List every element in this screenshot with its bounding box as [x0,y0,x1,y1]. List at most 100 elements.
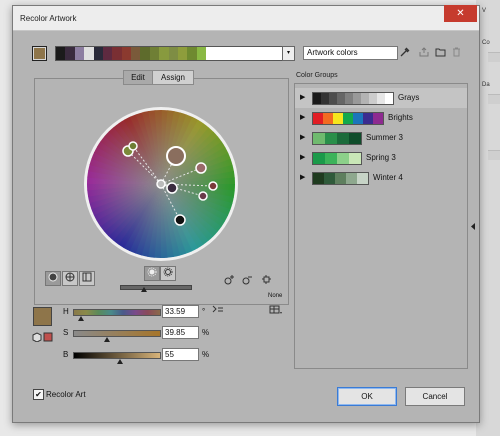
eyedropper-icon[interactable] [399,47,411,59]
color-group-swatch[interactable] [325,153,337,164]
color-model-toggle[interactable] [32,332,54,344]
color-strip-swatch[interactable] [121,47,131,60]
color-group-swatch[interactable] [343,113,353,124]
artwork-colors-name-field[interactable]: Artwork colors [303,46,398,60]
color-marker[interactable] [198,191,208,201]
color-group-swatch[interactable] [357,173,368,184]
brightness-value-slider[interactable] [73,352,161,359]
color-group-row[interactable]: ▶ Winter 4 [295,168,467,188]
trash-icon[interactable] [450,47,462,59]
color-group-swatch[interactable] [373,113,383,124]
expand-triangle-icon[interactable]: ▶ [300,93,305,101]
color-group-swatch[interactable] [313,113,323,124]
brightness-value-slider-thumb[interactable] [117,359,124,364]
tab-edit[interactable]: Edit [123,70,153,85]
base-color-marker[interactable] [166,146,186,166]
color-group-swatch[interactable] [346,173,357,184]
saturation-slider-thumb[interactable] [104,337,111,342]
color-strip-swatch[interactable] [102,47,113,60]
color-group-swatch[interactable] [337,153,349,164]
show-saturation-button[interactable] [144,266,160,281]
color-marker[interactable] [166,182,178,194]
color-group-swatch[interactable] [313,133,325,144]
save-group-icon[interactable] [418,47,430,59]
hue-slider[interactable] [73,309,161,316]
close-button[interactable]: ✕ [444,5,477,22]
color-group-row[interactable]: ▶ Summer 3 [295,128,467,148]
color-group-swatch[interactable] [369,93,377,104]
color-group-swatches[interactable] [312,152,362,165]
color-strip-swatch[interactable] [196,47,206,60]
hue-value-field[interactable]: 33.59 [162,305,199,318]
artwork-color-strip[interactable] [55,46,283,61]
color-group-swatches[interactable] [312,92,394,105]
color-strip-swatch[interactable] [149,47,160,60]
color-group-row[interactable]: ▶ Brights [295,108,467,128]
add-color-tool-icon[interactable] [223,274,235,286]
color-group-swatch[interactable] [337,93,345,104]
color-group-swatch[interactable] [313,153,325,164]
folder-icon[interactable] [434,47,446,59]
expand-triangle-icon[interactable]: ▶ [300,173,305,181]
color-strip-swatch[interactable] [74,47,85,60]
color-strip-swatch[interactable] [56,47,66,60]
saturation-value-field[interactable]: 39.85 [162,326,199,339]
show-brightness-button[interactable] [160,266,176,281]
color-reduction-options-icon[interactable] [269,305,282,317]
color-strip-dropdown[interactable]: ▾ [282,46,295,61]
color-group-swatches[interactable] [312,172,369,185]
color-strip-swatch[interactable] [168,47,178,60]
color-strip-swatch[interactable] [93,47,103,60]
color-group-swatch[interactable] [353,113,363,124]
color-group-swatch[interactable] [345,93,353,104]
color-group-swatch[interactable] [349,133,361,144]
selected-color-swatch[interactable] [33,307,52,326]
color-group-swatch[interactable] [313,93,321,104]
segmented-wheel-button[interactable] [62,271,78,286]
color-strip-swatch[interactable] [177,47,188,60]
color-strip-swatch[interactable] [84,47,94,60]
current-color-swatch[interactable] [32,46,47,61]
color-strip-swatch[interactable] [112,47,122,60]
color-group-swatch[interactable] [324,173,335,184]
expand-triangle-icon[interactable]: ▶ [300,133,305,141]
slider-menu-icon[interactable] [212,305,224,317]
saturation-slider[interactable] [73,330,161,337]
color-group-swatch[interactable] [349,153,361,164]
ok-button[interactable]: OK [337,387,397,406]
color-group-swatch[interactable] [361,93,369,104]
color-wheel[interactable] [83,106,239,264]
expand-triangle-icon[interactable]: ▶ [300,153,305,161]
color-strip-swatch[interactable] [159,47,169,60]
color-group-swatch[interactable] [337,133,349,144]
color-bars-button[interactable] [79,271,95,286]
color-marker[interactable] [208,181,218,191]
color-group-swatches[interactable] [312,112,384,125]
remove-color-tool-icon[interactable] [241,274,253,286]
color-group-swatch[interactable] [353,93,361,104]
color-group-swatch[interactable] [323,113,333,124]
color-marker[interactable] [195,162,207,174]
collapse-panel-icon[interactable] [471,223,476,232]
color-group-swatch[interactable] [335,173,346,184]
color-group-swatch[interactable] [363,113,373,124]
color-group-swatch[interactable] [385,93,393,104]
recolor-art-checkbox[interactable]: ✔ [33,389,44,400]
color-group-row[interactable]: ▶ Spring 3 [295,148,467,168]
color-group-swatch[interactable] [377,93,385,104]
link-harmony-colors-icon[interactable] [260,274,272,286]
color-marker[interactable] [156,179,166,189]
brightness-slider[interactable] [120,285,192,290]
color-group-swatch[interactable] [321,93,329,104]
tab-assign[interactable]: Assign [152,70,194,85]
color-group-swatch[interactable] [333,113,343,124]
expand-triangle-icon[interactable]: ▶ [300,113,305,121]
color-group-swatches[interactable] [312,132,362,145]
color-group-row[interactable]: ▶ Grays [295,88,467,108]
brightness-slider-thumb[interactable] [141,287,147,292]
hue-slider-thumb[interactable] [77,316,84,321]
color-strip-swatch[interactable] [131,47,141,60]
cancel-button[interactable]: Cancel [405,387,465,406]
color-marker[interactable] [128,141,138,151]
color-marker[interactable] [174,214,186,226]
